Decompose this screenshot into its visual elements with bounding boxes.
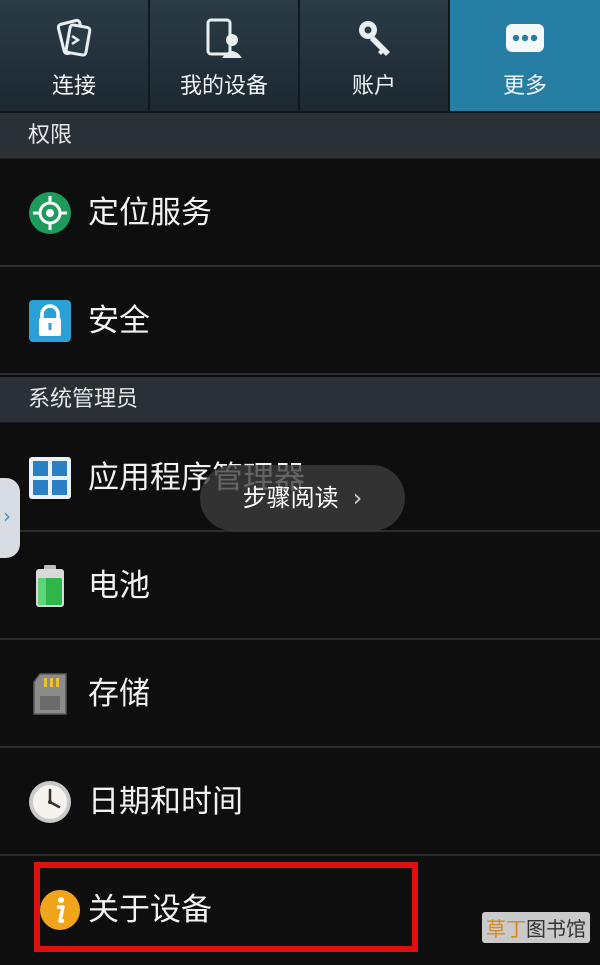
list-item-security[interactable]: 安全 bbox=[0, 267, 600, 375]
section-header-system-manager: 系统管理员 bbox=[0, 377, 600, 423]
clock-icon bbox=[29, 781, 71, 823]
chevron-right-icon: › bbox=[352, 484, 363, 512]
app-grid-icon bbox=[29, 457, 71, 499]
tab-label: 连接 bbox=[51, 74, 96, 99]
side-panel-handle[interactable]: › bbox=[0, 478, 20, 558]
battery-icon bbox=[36, 565, 64, 607]
sd-card-icon bbox=[33, 673, 67, 715]
top-tab-bar: 连接 我的设备 账户 更多 bbox=[0, 0, 600, 113]
tab-more[interactable]: 更多 bbox=[450, 0, 600, 111]
tab-label: 我的设备 bbox=[179, 74, 268, 99]
tab-label: 账户 bbox=[351, 74, 396, 99]
list-item-label: 定位服务 bbox=[88, 195, 212, 231]
list-item-storage[interactable]: 存储 bbox=[0, 640, 600, 748]
accounts-icon bbox=[359, 21, 390, 56]
list-item-label: 安全 bbox=[88, 303, 150, 339]
list-item-label: 日期和时间 bbox=[88, 784, 243, 820]
location-icon bbox=[29, 192, 71, 234]
watermark-part2: 图书馆 bbox=[526, 917, 586, 941]
lock-icon bbox=[29, 300, 71, 342]
tab-my-device[interactable]: 我的设备 bbox=[150, 0, 300, 111]
list-item-date-time[interactable]: 日期和时间 bbox=[0, 748, 600, 856]
list-item-label: 电池 bbox=[88, 568, 150, 604]
highlight-box bbox=[34, 862, 418, 952]
tab-connections[interactable]: 连接 bbox=[0, 0, 150, 111]
tab-accounts[interactable]: 账户 bbox=[300, 0, 450, 111]
list-item-battery[interactable]: 电池 bbox=[0, 532, 600, 640]
step-reading-button[interactable]: 步骤阅读 › bbox=[200, 465, 405, 531]
tab-label: 更多 bbox=[502, 74, 547, 99]
chevron-right-icon: › bbox=[3, 504, 11, 528]
more-icon bbox=[506, 24, 544, 52]
list-item-label: 存储 bbox=[88, 676, 150, 712]
my-device-icon bbox=[206, 18, 242, 58]
step-reading-label: 步骤阅读 bbox=[242, 484, 339, 512]
watermark-part1: 草丁 bbox=[486, 917, 526, 941]
list-item-location[interactable]: 定位服务 bbox=[0, 159, 600, 267]
section-header-permissions: 权限 bbox=[0, 113, 600, 159]
watermark: 草丁图书馆 bbox=[482, 912, 590, 943]
connections-icon bbox=[56, 18, 92, 57]
